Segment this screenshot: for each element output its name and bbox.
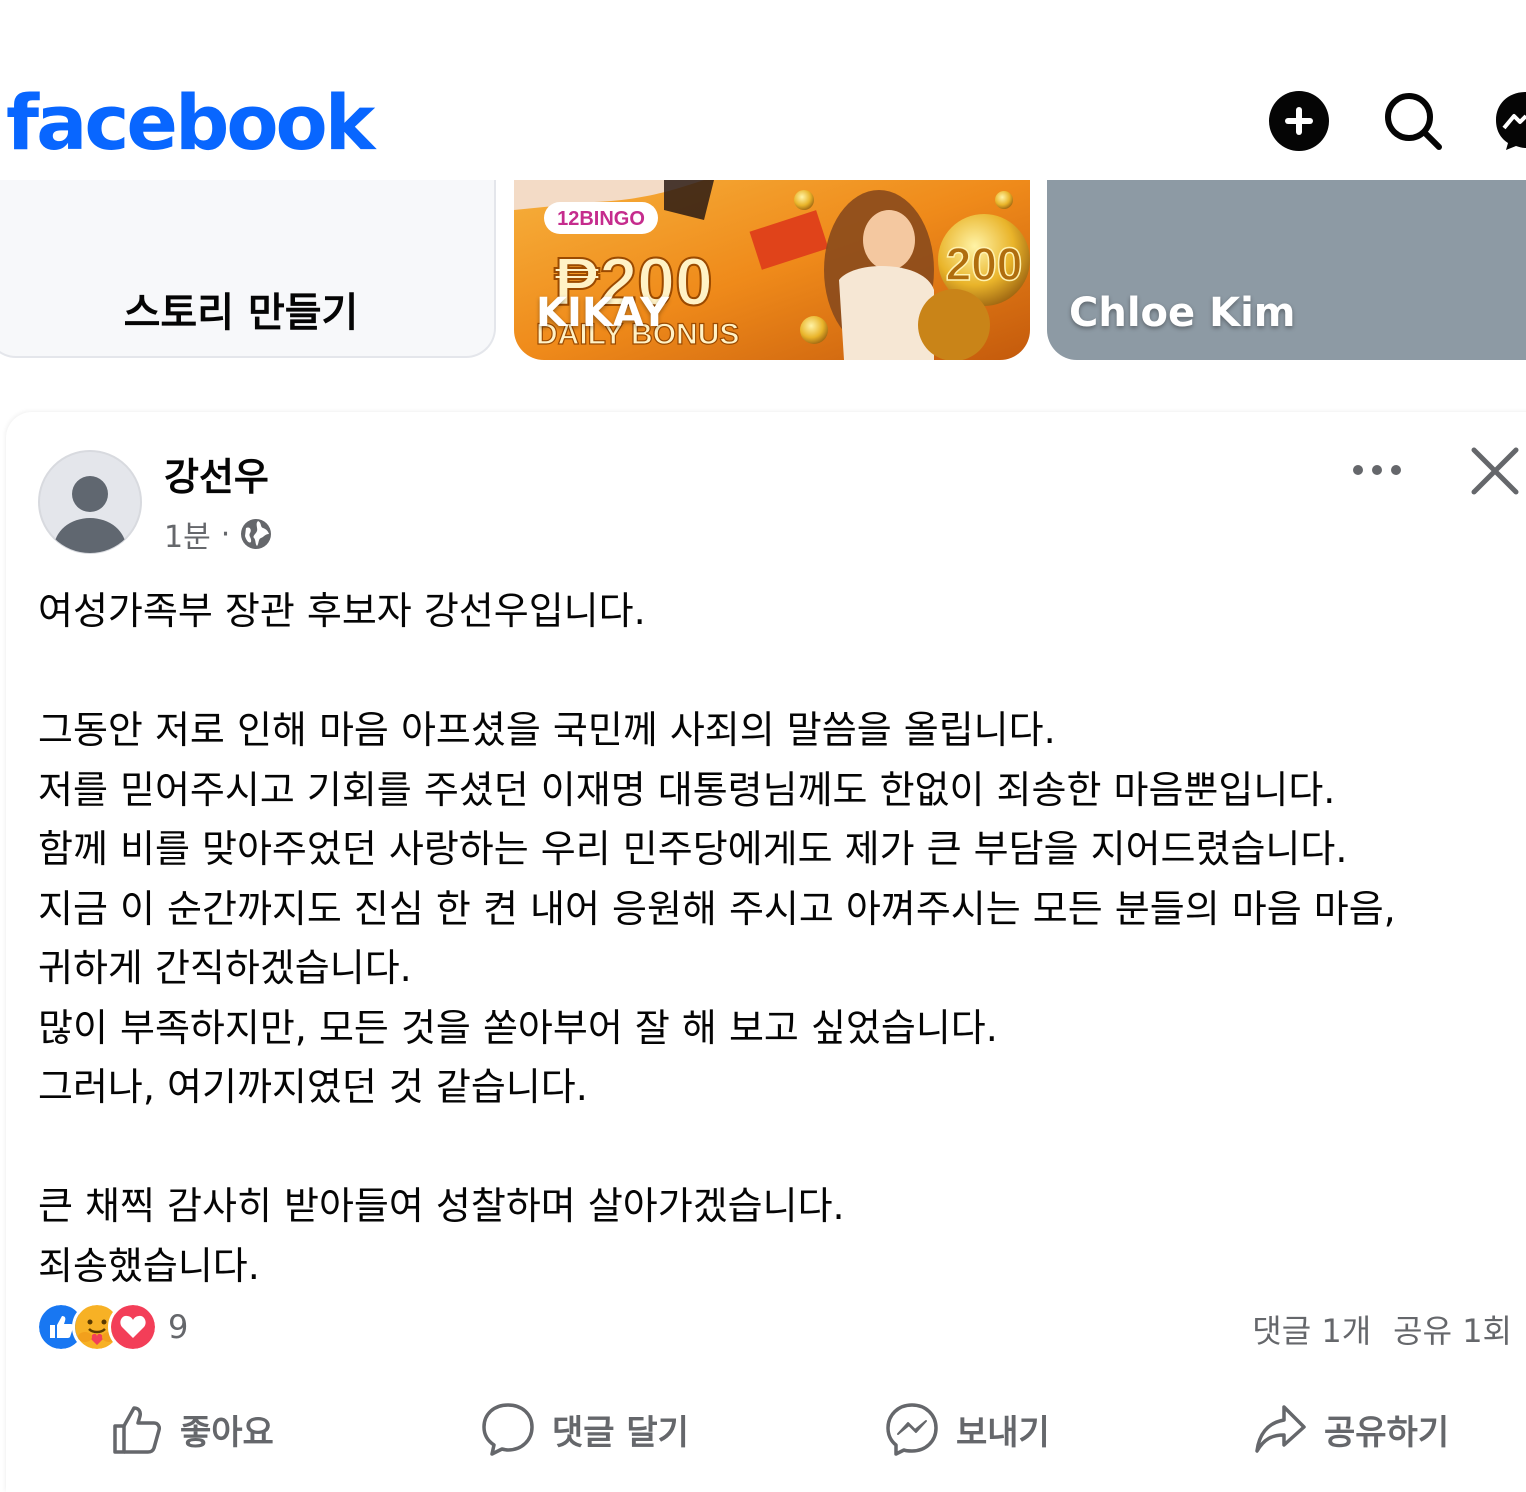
post-stats: 댓글 1개 공유 1회 — [1252, 1306, 1512, 1352]
comment-icon — [482, 1403, 534, 1456]
post-meta: 1분 · — [164, 512, 272, 556]
ad-badge: 200 — [946, 238, 1023, 290]
post-line: 귀하게 간직하겠습니다. — [38, 946, 412, 990]
like-button[interactable]: 좋아요 — [110, 1394, 274, 1464]
story-name-kikay: KIKAY — [536, 290, 669, 336]
create-story-label: 스토리 만들기 — [123, 290, 359, 336]
close-icon[interactable] — [1468, 444, 1522, 498]
post-time[interactable]: 1분 — [164, 512, 211, 556]
more-options-icon[interactable] — [1350, 456, 1404, 484]
meta-separator: · — [220, 516, 231, 552]
post-line: 그동안 저로 인해 마음 아프셨을 국민께 사죄의 말씀을 올립니다. — [38, 708, 1056, 752]
messenger-icon[interactable] — [1494, 90, 1526, 152]
post-actions: 좋아요 댓글 달기 보내기 공유하기 — [0, 1394, 1526, 1464]
comment-button[interactable]: 댓글 달기 — [480, 1394, 689, 1464]
ad-brand: 12BINGO — [557, 208, 645, 230]
search-icon[interactable] — [1382, 90, 1444, 152]
reaction-summary[interactable]: 9 — [36, 1302, 189, 1352]
reaction-count: 9 — [168, 1308, 189, 1346]
post-line: 함께 비를 맞아주었던 사랑하는 우리 민주당에게도 제가 큰 부담을 지어드렸… — [38, 827, 1348, 871]
messenger-send-icon — [886, 1403, 938, 1456]
create-story-card[interactable]: 스토리 만들기 — [0, 180, 496, 358]
post-line: 죄송했습니다. — [38, 1243, 260, 1288]
post-author[interactable]: 강선우 — [164, 446, 269, 501]
thumbs-up-icon — [113, 1406, 161, 1454]
globe-icon — [241, 519, 272, 549]
avatar[interactable] — [38, 450, 142, 554]
love-icon — [108, 1302, 158, 1352]
post-line: 저를 믿어주시고 기회를 주셨던 이재명 대통령님께도 한없이 죄송한 마음뿐입… — [38, 767, 1336, 812]
share-count[interactable]: 공유 1회 — [1393, 1312, 1512, 1350]
share-icon — [1255, 1405, 1306, 1453]
send-button[interactable]: 보내기 — [884, 1394, 1050, 1464]
story-name-chloe: Chloe Kim — [1069, 290, 1296, 336]
post-line: 지금 이 순간까지도 진심 한 켠 내어 응원해 주시고 아껴주시는 모든 분들… — [38, 886, 1396, 931]
comment-label: 댓글 달기 — [552, 1412, 689, 1453]
story-card-kikay[interactable]: 200 12BINGO ₱200 DAILY BONUS KIKAY — [514, 180, 1030, 360]
stories-tray: 스토리 만들기 200 12BINGO ₱200 DAILY BONUS KIK… — [0, 180, 1526, 362]
comment-count[interactable]: 댓글 1개 — [1252, 1312, 1371, 1350]
plus-circle-icon[interactable] — [1268, 90, 1330, 152]
post-line: 여성가족부 장관 후보자 강선우입니다. — [38, 589, 646, 633]
facebook-logo[interactable]: facebook — [6, 78, 375, 168]
send-label: 보내기 — [956, 1412, 1050, 1453]
post-line: 그러나, 여기까지였던 것 같습니다. — [38, 1065, 588, 1109]
post-body: 여성가족부 장관 후보자 강선우입니다. 그동안 저로 인해 마음 아프셨을 국… — [38, 582, 1508, 1296]
like-label: 좋아요 — [180, 1412, 274, 1453]
share-label: 공유하기 — [1324, 1412, 1450, 1453]
share-button[interactable]: 공유하기 — [1252, 1394, 1449, 1464]
story-card-chloe-kim[interactable]: Chloe Kim — [1047, 180, 1526, 360]
post-line: 큰 채찍 감사히 받아들여 성찰하며 살아가겠습니다. — [38, 1184, 845, 1228]
post-line: 많이 부족하지만, 모든 것을 쏟아부어 잘 해 보고 싶었습니다. — [38, 1005, 998, 1050]
